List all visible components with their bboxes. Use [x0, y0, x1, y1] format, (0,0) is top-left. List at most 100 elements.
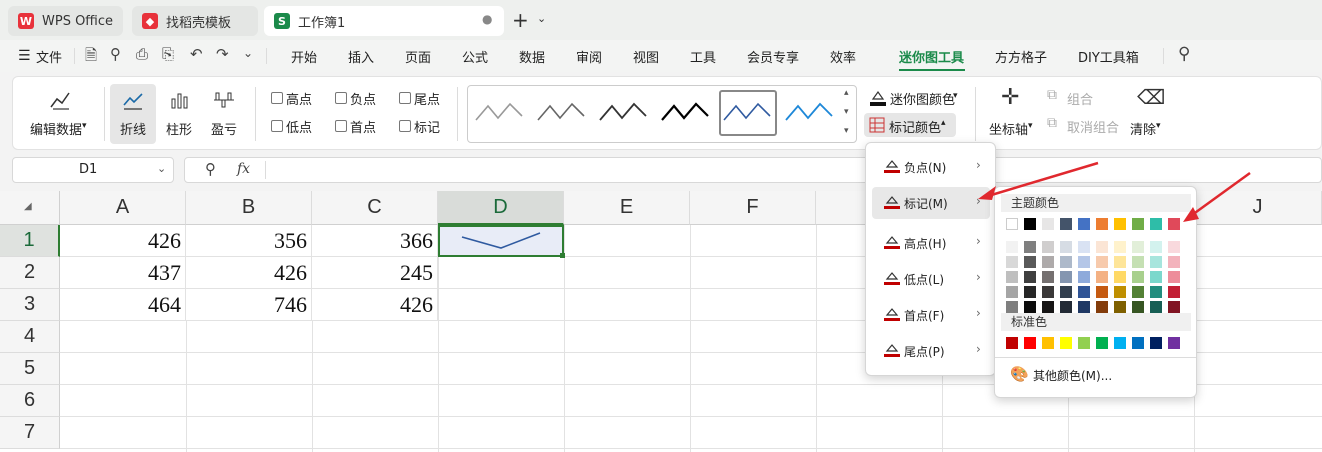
- quick-access-chevron-icon[interactable]: ⌄: [243, 46, 253, 60]
- theme-shade-swatch[interactable]: [1006, 286, 1018, 298]
- high-point-checkbox[interactable]: [271, 92, 283, 104]
- theme-shade-swatch[interactable]: [1042, 301, 1054, 313]
- theme-shade-swatch[interactable]: [1042, 271, 1054, 283]
- theme-shade-swatch[interactable]: [1096, 301, 1108, 313]
- row-header-7[interactable]: 7: [0, 417, 60, 449]
- low-point-checkbox[interactable]: [271, 120, 283, 132]
- standard-color-swatch[interactable]: [1078, 337, 1090, 349]
- standard-color-swatch[interactable]: [1024, 337, 1036, 349]
- theme-shade-swatch[interactable]: [1114, 241, 1126, 253]
- unsaved-dot-icon[interactable]: ●: [482, 12, 492, 26]
- formula-input[interactable]: ⚲ fx: [184, 157, 1322, 183]
- dropdown-item-negative-point[interactable]: 负点(N) ›: [872, 151, 990, 183]
- row-header-6[interactable]: 6: [0, 385, 60, 417]
- theme-shade-swatch[interactable]: [1150, 286, 1162, 298]
- gallery-scroll-down-icon[interactable]: ▾: [844, 107, 849, 117]
- theme-shade-swatch[interactable]: [1024, 256, 1036, 268]
- row-header-3[interactable]: 3: [0, 289, 60, 321]
- line-chart-icon[interactable]: [122, 89, 144, 111]
- color-wheel-icon[interactable]: 🎨: [1010, 365, 1029, 383]
- standard-color-swatch[interactable]: [1042, 337, 1054, 349]
- undo-icon[interactable]: ↶: [190, 45, 203, 63]
- standard-color-swatch[interactable]: [1114, 337, 1126, 349]
- new-tab-plus-icon[interactable]: +: [512, 8, 529, 32]
- menu-fangfang[interactable]: 方方格子: [995, 47, 1047, 66]
- standard-color-swatch[interactable]: [1150, 337, 1162, 349]
- standard-color-swatch[interactable]: [1168, 337, 1180, 349]
- sparkline-color-icon[interactable]: [869, 89, 887, 107]
- row-header-2[interactable]: 2: [0, 257, 60, 289]
- theme-shade-swatch[interactable]: [1114, 301, 1126, 313]
- style-option-4[interactable]: [660, 98, 712, 128]
- theme-shade-swatch[interactable]: [1078, 256, 1090, 268]
- style-option-5[interactable]: [722, 98, 774, 128]
- theme-shade-swatch[interactable]: [1168, 271, 1180, 283]
- row-header-1[interactable]: 1: [0, 225, 60, 257]
- more-colors-button[interactable]: 其他颜色(M)...: [1033, 367, 1112, 384]
- share-icon[interactable]: ⚲: [110, 45, 121, 63]
- theme-shade-swatch[interactable]: [1060, 256, 1072, 268]
- theme-shade-swatch[interactable]: [1078, 241, 1090, 253]
- column-chart-icon[interactable]: [169, 89, 191, 111]
- edit-data-icon[interactable]: [49, 89, 71, 111]
- marker-color-button[interactable]: 标记颜色: [889, 117, 941, 136]
- theme-color-swatch[interactable]: [1078, 218, 1090, 230]
- menu-diy-toolbox[interactable]: DIY工具箱: [1078, 47, 1139, 66]
- theme-color-swatch[interactable]: [1006, 218, 1018, 230]
- edit-data-button[interactable]: 编辑数据: [30, 119, 82, 138]
- theme-shade-swatch[interactable]: [1168, 241, 1180, 253]
- style-option-6[interactable]: [784, 98, 836, 128]
- win-loss-icon[interactable]: [213, 89, 235, 111]
- theme-shade-swatch[interactable]: [1024, 286, 1036, 298]
- dropdown-item-last-point[interactable]: 尾点(P) ›: [872, 335, 990, 367]
- theme-shade-swatch[interactable]: [1078, 301, 1090, 313]
- theme-shade-swatch[interactable]: [1132, 256, 1144, 268]
- style-option-3[interactable]: [598, 98, 650, 128]
- fx-label[interactable]: fx: [237, 161, 250, 177]
- redo-icon[interactable]: ↷: [216, 45, 229, 63]
- print-preview-icon[interactable]: ⎘: [162, 45, 174, 63]
- group-icon[interactable]: ⧉: [1047, 87, 1057, 103]
- menu-insert[interactable]: 插入: [348, 47, 374, 66]
- menu-efficiency[interactable]: 效率: [830, 47, 856, 66]
- edit-data-chevron-icon[interactable]: ▾: [82, 121, 87, 131]
- menu-page[interactable]: 页面: [405, 47, 431, 66]
- style-option-1[interactable]: [474, 98, 526, 128]
- tab-workbook[interactable]: S 工作簿1 ●: [264, 6, 504, 36]
- theme-shade-swatch[interactable]: [1168, 286, 1180, 298]
- theme-shade-swatch[interactable]: [1150, 241, 1162, 253]
- save-icon[interactable]: 🗎: [85, 45, 97, 70]
- menu-member[interactable]: 会员专享: [747, 47, 799, 66]
- hamburger-icon[interactable]: ☰: [18, 48, 31, 64]
- marker-color-icon[interactable]: [869, 117, 885, 133]
- select-all-corner[interactable]: ◢: [0, 191, 60, 225]
- menu-formula[interactable]: 公式: [462, 47, 488, 66]
- menu-tools[interactable]: 工具: [690, 47, 716, 66]
- theme-shade-swatch[interactable]: [1006, 271, 1018, 283]
- row-header-4[interactable]: 4: [0, 321, 60, 353]
- theme-shade-swatch[interactable]: [1078, 271, 1090, 283]
- theme-shade-swatch[interactable]: [1078, 286, 1090, 298]
- style-option-2[interactable]: [536, 98, 588, 128]
- theme-color-swatch[interactable]: [1042, 218, 1054, 230]
- theme-shade-swatch[interactable]: [1024, 241, 1036, 253]
- sparkline-color-chevron-icon[interactable]: ▾: [953, 91, 958, 101]
- theme-shade-swatch[interactable]: [1114, 256, 1126, 268]
- theme-shade-swatch[interactable]: [1060, 286, 1072, 298]
- column-header-d[interactable]: D: [438, 191, 564, 225]
- theme-shade-swatch[interactable]: [1096, 271, 1108, 283]
- theme-shade-swatch[interactable]: [1168, 301, 1180, 313]
- theme-shade-swatch[interactable]: [1006, 256, 1018, 268]
- gallery-expand-icon[interactable]: ▾: [844, 126, 849, 136]
- tab-wps-office[interactable]: W WPS Office: [8, 6, 123, 36]
- theme-shade-swatch[interactable]: [1042, 256, 1054, 268]
- theme-shade-swatch[interactable]: [1060, 301, 1072, 313]
- theme-color-swatch[interactable]: [1168, 218, 1180, 230]
- axis-icon[interactable]: ✛: [1001, 85, 1019, 110]
- row-header-5[interactable]: 5: [0, 353, 60, 385]
- theme-color-swatch[interactable]: [1132, 218, 1144, 230]
- zoom-formula-icon[interactable]: ⚲: [205, 160, 216, 178]
- theme-shade-swatch[interactable]: [1114, 271, 1126, 283]
- line-button[interactable]: 折线: [120, 119, 146, 138]
- marker-color-chevron-icon[interactable]: ▴: [941, 118, 946, 128]
